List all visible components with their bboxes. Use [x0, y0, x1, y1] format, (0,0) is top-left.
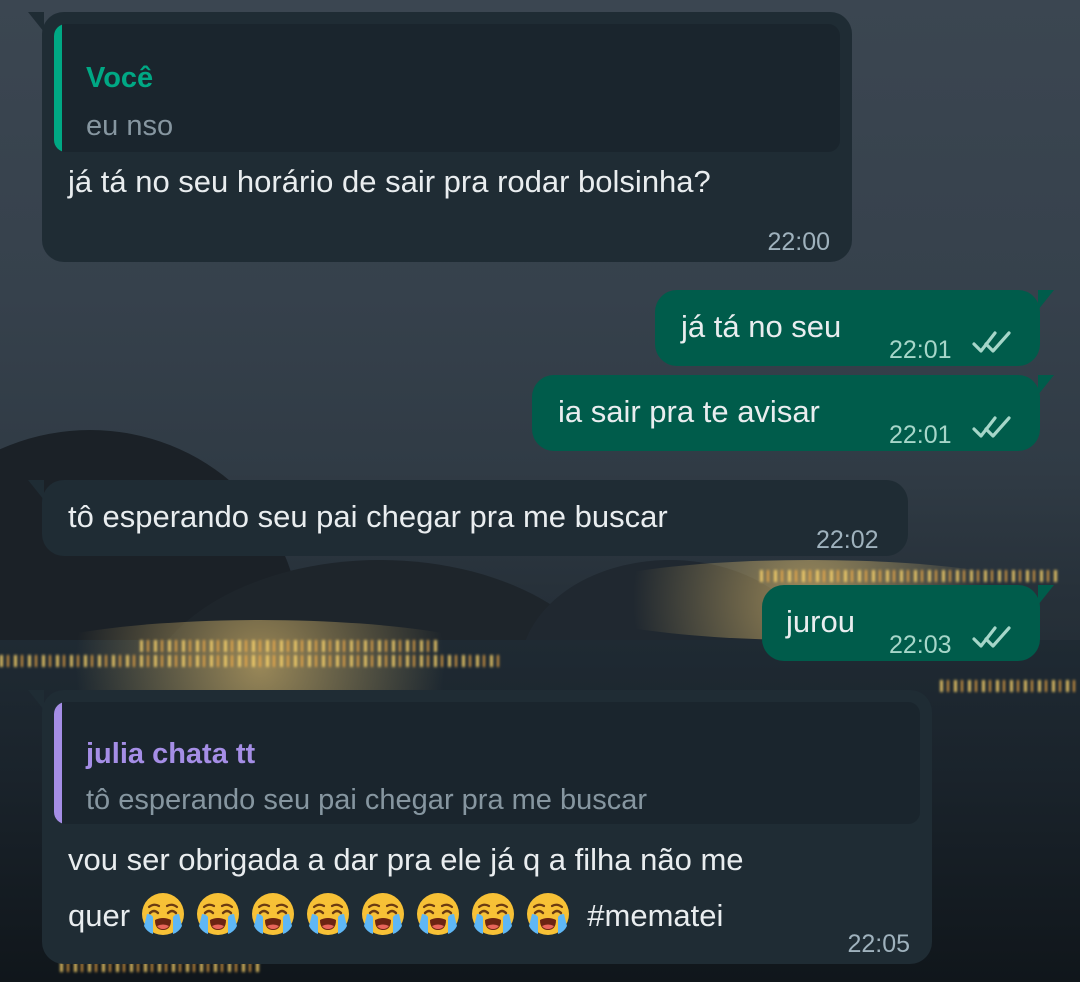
message-time: 22:03 — [889, 631, 952, 659]
read-receipt-icon — [972, 416, 1011, 438]
message-text: tô esperando seu pai chegar pra me busca… — [68, 499, 668, 534]
message-outgoing[interactable]: ia sair pra te avisar 22:01 — [532, 375, 1054, 451]
emoji-row — [139, 893, 579, 935]
quoted-author: julia chata tt — [86, 738, 256, 770]
crying-face-emoji-icon — [194, 890, 242, 938]
quoted-text: eu nso — [86, 110, 174, 142]
message-text: já tá no seu horário de sair pra rodar b… — [68, 164, 711, 199]
crying-face-emoji-icon — [304, 890, 352, 938]
hashtag: #mematei — [587, 898, 724, 934]
message-text-prefix: quer — [68, 898, 131, 934]
message-time: 22:01 — [889, 421, 952, 449]
message-text-line-2: quer #mematei — [68, 893, 724, 942]
message-incoming-reply[interactable]: Você eu nso já tá no seu horário de sair… — [28, 12, 852, 262]
crying-face-emoji-icon — [524, 890, 572, 938]
message-incoming[interactable]: tô esperando seu pai chegar pra me busca… — [28, 480, 908, 556]
crying-face-emoji-icon — [414, 890, 462, 938]
crying-face-emoji-icon — [359, 890, 407, 938]
message-time: 22:02 — [816, 526, 879, 554]
quoted-author: Você — [86, 62, 154, 94]
quoted-message[interactable]: julia chata tt tô esperando seu pai cheg… — [54, 702, 920, 824]
read-receipt-icon — [972, 331, 1011, 353]
crying-face-emoji-icon — [249, 890, 297, 938]
crying-face-emoji-icon — [469, 890, 517, 938]
message-text: ia sair pra te avisar — [558, 394, 820, 429]
message-outgoing[interactable]: já tá no seu 22:01 — [655, 290, 1054, 366]
message-outgoing[interactable]: jurou 22:03 — [762, 585, 1054, 661]
quoted-message[interactable]: Você eu nso — [54, 24, 840, 152]
message-time: 22:00 — [767, 228, 830, 256]
message-text: jurou — [786, 604, 855, 639]
quoted-text: tô esperando seu pai chegar pra me busca… — [86, 784, 648, 816]
message-time: 22:05 — [847, 930, 910, 958]
message-text-line-1: vou ser obrigada a dar pra ele já q a fi… — [68, 842, 744, 877]
message-text: já tá no seu — [681, 309, 842, 344]
message-time: 22:01 — [889, 336, 952, 364]
crying-face-emoji-icon — [139, 890, 187, 938]
read-receipt-icon — [972, 626, 1011, 648]
message-incoming-reply[interactable]: julia chata tt tô esperando seu pai cheg… — [28, 690, 932, 964]
